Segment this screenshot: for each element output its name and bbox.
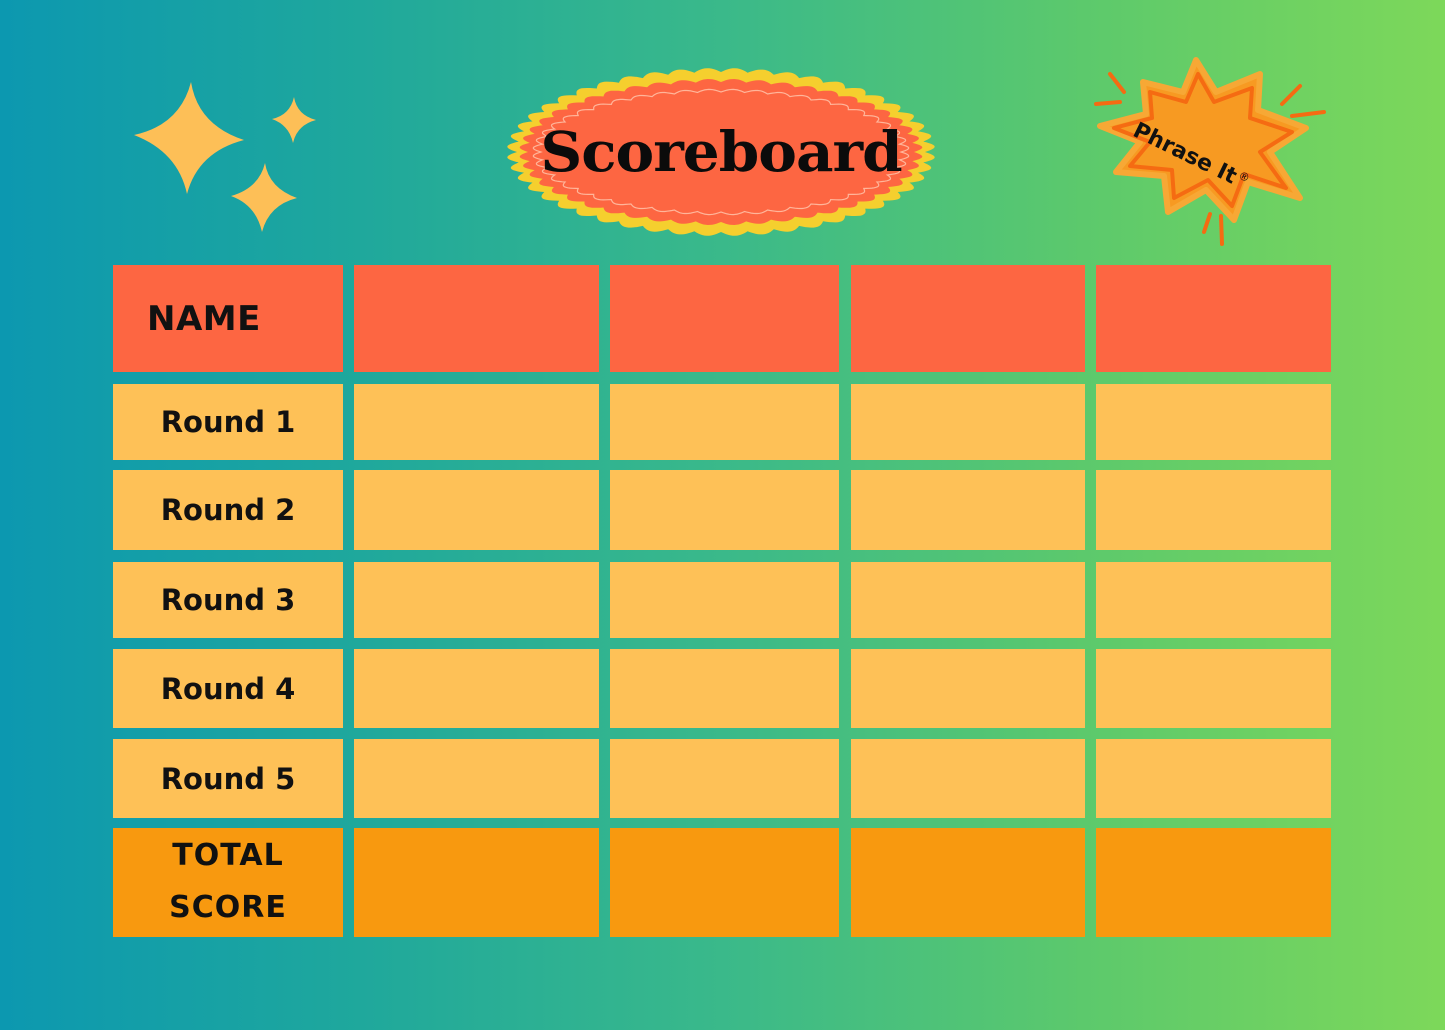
score-cell[interactable]: [610, 739, 839, 818]
cell-value: [851, 265, 1085, 372]
phrase-it-logo-burst-icon: [1094, 57, 1326, 246]
score-cell[interactable]: [851, 470, 1085, 550]
cell-value: [354, 470, 599, 550]
cell-value: [354, 384, 599, 460]
cell-value: [851, 649, 1085, 728]
score-cell[interactable]: [851, 562, 1085, 638]
score-cell[interactable]: [354, 384, 599, 460]
round-label: Round 2: [160, 493, 296, 527]
cell-value: [851, 384, 1085, 460]
cell-value: [354, 739, 599, 818]
round-label: Round 3: [160, 583, 296, 617]
player-name-cell[interactable]: [1096, 265, 1331, 372]
row-label-cell-2: Round 2: [113, 470, 343, 550]
total-score-label-line: SCORE: [169, 890, 287, 925]
score-cell[interactable]: [354, 562, 599, 638]
score-cell[interactable]: [1096, 384, 1331, 460]
cell-value: [851, 562, 1085, 638]
score-cell[interactable]: [354, 649, 599, 728]
round-label: Round 1: [160, 405, 296, 439]
cell-value: [1096, 739, 1331, 818]
cell-value: [851, 739, 1085, 818]
score-cell[interactable]: [610, 470, 839, 550]
cell-value: [1096, 649, 1331, 728]
cell-value: [610, 384, 839, 460]
cell-value: [1096, 828, 1331, 937]
player-name-cell[interactable]: [354, 265, 599, 372]
cell-value: [610, 828, 839, 937]
cell-value: [610, 649, 839, 728]
row-label-cell-6: TOTAL SCORE: [113, 828, 343, 937]
score-cell[interactable]: [354, 739, 599, 818]
total-score-cell[interactable]: [1096, 828, 1331, 937]
score-cell[interactable]: [1096, 739, 1331, 818]
score-cell[interactable]: [1096, 470, 1331, 550]
cell-value: [354, 828, 599, 937]
large-star-icon: [134, 82, 244, 194]
cell-value: [1096, 562, 1331, 638]
score-cell[interactable]: [851, 649, 1085, 728]
row-label-cell-3: Round 3: [113, 562, 343, 638]
score-cell[interactable]: [610, 562, 839, 638]
medium-star-icon: [231, 163, 297, 232]
score-cell[interactable]: [851, 739, 1085, 818]
cell-value: [354, 649, 599, 728]
page-title: Scoreboard: [540, 119, 902, 185]
total-score-label-line: TOTAL: [172, 838, 284, 873]
sparkles-icon: [134, 82, 316, 232]
cell-value: [610, 470, 839, 550]
cell-value: [851, 470, 1085, 550]
small-star-icon: [272, 97, 316, 143]
score-cell[interactable]: [1096, 649, 1331, 728]
cell-value: [1096, 470, 1331, 550]
cell-value: [610, 562, 839, 638]
cell-value: [1096, 384, 1331, 460]
score-cell[interactable]: [610, 649, 839, 728]
cell-value: [1096, 265, 1331, 372]
round-label: Round 5: [160, 761, 296, 796]
round-label: Round 4: [160, 671, 296, 706]
row-label-cell-5: Round 5: [113, 739, 343, 818]
player-name-cell[interactable]: [851, 265, 1085, 372]
player-name-cell[interactable]: [610, 265, 839, 372]
score-cell[interactable]: [610, 384, 839, 460]
total-score-cell[interactable]: [610, 828, 839, 937]
name-header-label: NAME: [147, 298, 261, 339]
cell-value: [851, 828, 1085, 937]
score-cell[interactable]: [354, 470, 599, 550]
total-score-cell[interactable]: [354, 828, 599, 937]
row-label-cell-1: Round 1: [113, 384, 343, 460]
cell-value: [354, 265, 599, 372]
total-score-label: TOTAL SCORE: [113, 828, 343, 937]
cell-value: [354, 562, 599, 638]
row-label-cell-0: NAME: [113, 265, 343, 372]
row-label-cell-4: Round 4: [113, 649, 343, 728]
score-cell[interactable]: [851, 384, 1085, 460]
cell-value: [610, 265, 839, 372]
score-cell[interactable]: [1096, 562, 1331, 638]
total-score-cell[interactable]: [851, 828, 1085, 937]
cell-value: [610, 739, 839, 818]
